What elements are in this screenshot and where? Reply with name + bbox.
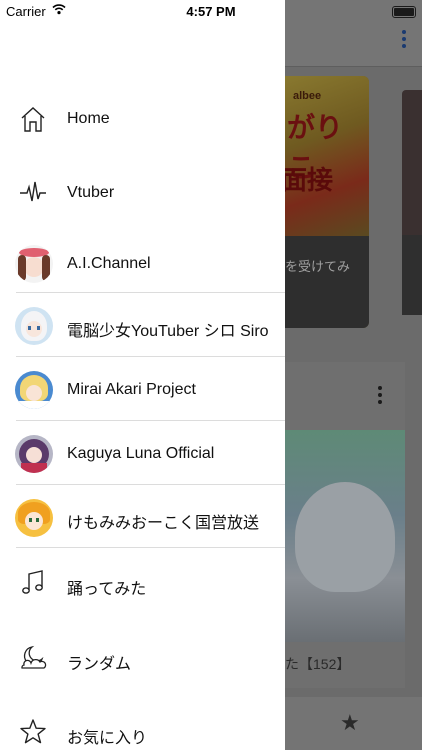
avatar [15,435,53,473]
avatar [15,371,53,409]
menu-item-ai-channel[interactable]: A.I.Channel [0,240,285,290]
video-title: た【152】 [285,656,351,672]
heartbeat-icon [20,181,46,202]
menu-item-mirai-akari[interactable]: Mirai Akari Project [0,366,285,416]
menu-item-vtuber[interactable]: Vtuber [0,173,285,213]
menu-item-label: A.I.Channel [67,255,151,272]
background-more-icon [402,30,406,51]
menu-item-kemomimi[interactable]: けもみみおーこく国営放送 [0,494,285,544]
avatar [15,245,53,283]
card-caption [275,236,369,328]
status-time: 4:57 PM [186,4,236,19]
menu-item-siro[interactable]: 電脳少女YouTuber シロ Siro [0,302,285,352]
avatar [15,307,53,345]
thumbnail-character [295,482,395,592]
more-options-icon [378,386,382,407]
menu-item-label: Kaguya Luna Official [67,445,215,462]
avatar [15,499,53,537]
menu-item-label: お気に入り [67,730,148,747]
menu-item-label: けもみみおーこく国営放送 [67,515,260,532]
background-video-card-partial [402,90,422,315]
background-video-item: た【152】 [285,362,405,688]
menu-divider [16,547,285,548]
background-video-card: albee がりこ 面接 を受けてみ [275,76,369,328]
home-icon [21,107,45,132]
menu-divider [16,292,285,293]
menu-item-favorites[interactable]: お気に入り [0,712,285,750]
card-caption-text: を受けてみ [285,259,351,274]
card-art-text: albee [293,90,322,102]
menu-divider [16,420,285,421]
menu-item-label: 電脳少女YouTuber シロ Siro [67,323,269,340]
menu-item-label: ランダム [67,656,132,673]
menu-item-label: Mirai Akari Project [67,381,196,398]
menu-item-dance[interactable]: 踊ってみた [0,565,285,605]
card-art-text: 面接 [281,165,334,195]
star-icon: ★ [340,710,360,735]
menu-item-kaguya-luna[interactable]: Kaguya Luna Official [0,430,285,480]
menu-item-home[interactable]: Home [0,100,285,140]
menu-divider [16,356,285,357]
star-icon [20,719,46,744]
moon-cloud-icon [21,645,47,669]
menu-item-label: 踊ってみた [67,581,147,598]
card-thumbnail: albee がりこ 面接 [275,76,369,236]
side-drawer: Home Vtuber A.I.Channel 電脳少女YouTuber シロ … [0,0,285,750]
menu-item-random[interactable]: ランダム [0,640,285,680]
menu-divider [16,484,285,485]
menu-item-label: Home [67,110,110,127]
music-note-icon [22,570,43,594]
menu-item-label: Vtuber [67,184,115,201]
